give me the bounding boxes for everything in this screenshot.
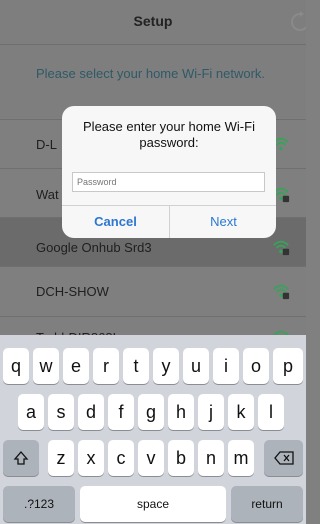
key-q[interactable]: q — [3, 348, 29, 384]
network-row[interactable]: DCH-SHOW — [0, 266, 306, 316]
backspace-icon — [273, 451, 294, 465]
key-h[interactable]: h — [168, 394, 194, 430]
network-name: D-L — [36, 137, 57, 152]
key-b[interactable]: b — [168, 440, 194, 476]
key-e[interactable]: e — [63, 348, 89, 384]
shift-icon — [13, 451, 29, 465]
key-n[interactable]: n — [198, 440, 224, 476]
header-bar: Setup — [0, 0, 306, 45]
key-u[interactable]: u — [183, 348, 209, 384]
page-title: Setup — [133, 13, 173, 29]
key-v[interactable]: v — [138, 440, 164, 476]
key-m[interactable]: m — [228, 440, 254, 476]
key-r[interactable]: r — [93, 348, 119, 384]
network-name: Wat — [36, 187, 59, 202]
key-x[interactable]: x — [78, 440, 104, 476]
key-z[interactable]: z — [48, 440, 74, 476]
key-s[interactable]: s — [48, 394, 74, 430]
key-w[interactable]: w — [33, 348, 59, 384]
shift-key[interactable] — [3, 440, 39, 476]
key-a[interactable]: a — [18, 394, 44, 430]
network-name: DCH-SHOW — [36, 284, 109, 299]
key-t[interactable]: t — [123, 348, 149, 384]
network-row[interactable]: Todd-DIR868L — [0, 316, 306, 346]
cancel-button[interactable]: Cancel — [62, 206, 169, 238]
wifi-lock-icon — [273, 240, 290, 256]
key-d[interactable]: d — [78, 394, 104, 430]
key-c[interactable]: c — [108, 440, 134, 476]
return-key[interactable]: return — [231, 486, 303, 522]
network-name: Google Onhub Srd3 — [36, 240, 152, 255]
backspace-key[interactable] — [264, 440, 303, 476]
wifi-lock-icon — [273, 284, 290, 300]
key-i[interactable]: i — [213, 348, 239, 384]
space-key[interactable]: space — [80, 486, 226, 522]
key-y[interactable]: y — [153, 348, 179, 384]
setup-screen: Setup Please select your home Wi-Fi netw… — [0, 0, 306, 524]
key-j[interactable]: j — [198, 394, 224, 430]
dialog-title: Please enter your home Wi-Fi password: — [83, 119, 255, 150]
key-l[interactable]: l — [258, 394, 284, 430]
numbers-key[interactable]: .?123 — [3, 486, 75, 522]
keyboard: q w e r t y u i o p a s d f g h j k l z … — [0, 335, 306, 524]
key-k[interactable]: k — [228, 394, 254, 430]
key-f[interactable]: f — [108, 394, 134, 430]
refresh-icon[interactable] — [288, 10, 306, 34]
instruction-text: Please select your home Wi-Fi network. — [36, 66, 266, 81]
next-button[interactable]: Next — [170, 206, 276, 238]
key-g[interactable]: g — [138, 394, 164, 430]
password-dialog: Please enter your home Wi-Fi password: C… — [62, 106, 276, 238]
password-input[interactable] — [72, 172, 265, 192]
key-p[interactable]: p — [273, 348, 303, 384]
key-o[interactable]: o — [243, 348, 269, 384]
